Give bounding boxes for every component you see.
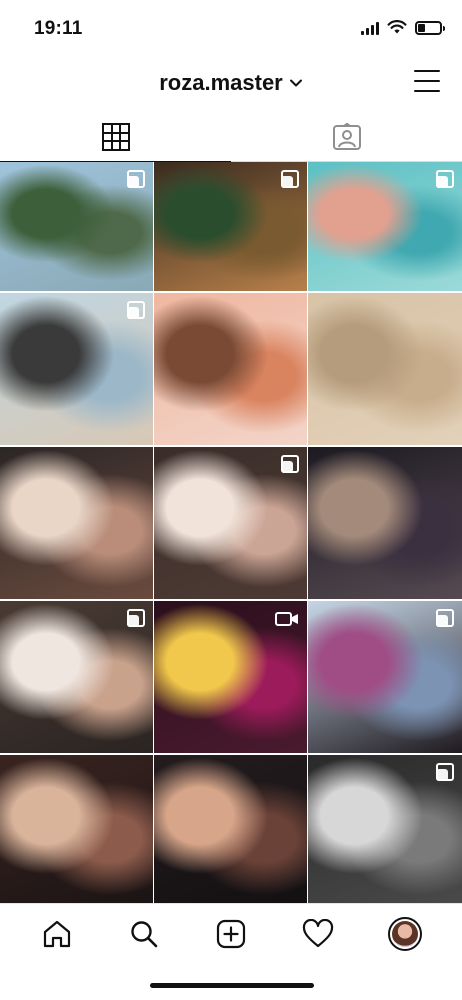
post-image (308, 293, 462, 445)
carousel-icon (436, 170, 454, 188)
heart-icon[interactable] (302, 919, 334, 949)
post-thumbnail[interactable] (308, 447, 462, 599)
post-thumbnail[interactable] (308, 162, 462, 291)
post-image (154, 293, 307, 445)
nav-profile[interactable] (383, 914, 427, 954)
status-icons (361, 20, 445, 35)
post-thumbnail[interactable] (154, 755, 307, 907)
post-thumbnail[interactable] (0, 447, 153, 599)
post-thumbnail[interactable] (154, 601, 307, 753)
search-icon[interactable] (129, 919, 159, 949)
home-indicator (150, 983, 314, 988)
carousel-icon (281, 455, 299, 473)
post-thumbnail[interactable] (0, 601, 153, 753)
add-post-icon[interactable] (216, 919, 246, 949)
battery-icon (415, 20, 445, 35)
post-thumbnail[interactable] (0, 162, 153, 291)
status-time: 19:11 (34, 18, 83, 39)
post-image (0, 755, 153, 907)
tagged-person-icon[interactable] (332, 122, 362, 151)
carousel-icon (127, 301, 145, 319)
igtv-icon (275, 612, 298, 626)
post-thumbnail[interactable] (308, 755, 462, 907)
avatar-icon[interactable] (387, 917, 422, 951)
home-icon[interactable] (42, 919, 72, 949)
grid-icon[interactable] (101, 122, 130, 151)
account-switcher[interactable]: roza.master (0, 70, 462, 96)
nav-home[interactable] (35, 914, 79, 954)
username[interactable]: roza.master (159, 70, 283, 96)
hamburger-menu-icon[interactable] (414, 70, 440, 92)
post-thumbnail[interactable] (154, 447, 307, 599)
nav-activity[interactable] (296, 914, 340, 954)
profile-header: roza.master (0, 58, 462, 112)
chevron-down-icon[interactable] (289, 78, 303, 88)
posts-grid (0, 162, 462, 907)
status-bar: 19:11 (0, 0, 462, 58)
carousel-icon (127, 170, 145, 188)
carousel-icon (436, 609, 454, 627)
carousel-icon (436, 763, 454, 781)
signal-icon (361, 21, 379, 35)
carousel-icon (127, 609, 145, 627)
post-thumbnail[interactable] (154, 162, 307, 291)
post-thumbnail[interactable] (154, 293, 307, 445)
post-thumbnail[interactable] (0, 293, 153, 445)
nav-search[interactable] (122, 914, 166, 954)
profile-tabs (0, 112, 462, 162)
post-image (0, 447, 153, 599)
carousel-icon (281, 170, 299, 188)
tab-tagged[interactable] (231, 112, 462, 161)
post-image (308, 447, 462, 599)
wifi-icon (387, 20, 407, 34)
post-thumbnail[interactable] (308, 601, 462, 753)
post-thumbnail[interactable] (308, 293, 462, 445)
post-thumbnail[interactable] (0, 755, 153, 907)
tab-grid[interactable] (0, 112, 231, 162)
post-image (154, 755, 307, 907)
nav-new-post[interactable] (209, 914, 253, 954)
